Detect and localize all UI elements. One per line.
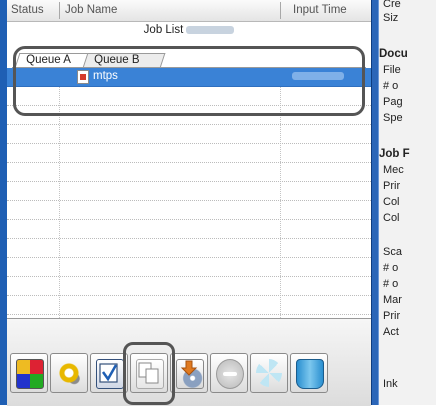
- trash-icon: [296, 359, 324, 389]
- info-label: File: [383, 64, 401, 76]
- column-job-name[interactable]: Job Name: [65, 4, 117, 16]
- table-row[interactable]: [7, 182, 371, 201]
- gear-settings-icon: [56, 359, 82, 387]
- info-label: Cre: [383, 0, 401, 10]
- table-row[interactable]: [7, 239, 371, 258]
- color-settings-icon: [16, 359, 44, 389]
- verify-document-icon: [96, 359, 124, 389]
- info-section-heading: Docu: [379, 48, 408, 60]
- table-row[interactable]: [7, 125, 371, 144]
- column-status[interactable]: Status: [11, 4, 44, 16]
- job-info-panel: Cre Siz Docu File # o Pag Spe Job F Mec …: [379, 0, 436, 405]
- job-list-title: Job List: [7, 24, 371, 36]
- table-row[interactable]: [7, 201, 371, 220]
- save-to-disc-button[interactable]: [170, 353, 208, 393]
- info-label: Spe: [383, 112, 403, 124]
- info-label: # o: [383, 262, 399, 274]
- job-list-title-text: Job List: [143, 24, 184, 36]
- stop-icon: [216, 359, 244, 389]
- splitter-bar[interactable]: [371, 0, 379, 405]
- table-row[interactable]: [7, 144, 371, 163]
- table-row[interactable]: [7, 163, 371, 182]
- job-list-device-name-blurred: [186, 25, 235, 34]
- save-to-disc-icon: [176, 359, 204, 389]
- info-label: Prir: [383, 180, 401, 192]
- minus-glyph: [223, 372, 237, 376]
- column-input-time[interactable]: Input Time: [293, 4, 347, 16]
- info-label: Col: [383, 212, 400, 224]
- table-row[interactable]: [7, 220, 371, 239]
- info-section-heading: Job F: [379, 148, 410, 160]
- info-label: Pag: [383, 96, 403, 108]
- processing-button[interactable]: [250, 353, 288, 393]
- info-label: Siz: [383, 12, 399, 24]
- window-frame-left: [0, 0, 7, 405]
- info-label: # o: [383, 278, 399, 290]
- highlight-verify-button: [123, 342, 175, 405]
- stop-button[interactable]: [210, 353, 248, 393]
- info-label: Prir: [383, 310, 401, 322]
- table-row[interactable]: [7, 258, 371, 277]
- column-divider[interactable]: [59, 2, 60, 19]
- processing-spinner-icon: [256, 359, 282, 387]
- highlight-queue-tabs-selection: [13, 46, 365, 116]
- column-divider[interactable]: [280, 2, 281, 19]
- info-label: # o: [383, 80, 399, 92]
- info-label: Mar: [383, 294, 402, 306]
- color-settings-button[interactable]: [10, 353, 48, 393]
- table-row[interactable]: [7, 296, 371, 315]
- table-row[interactable]: [7, 277, 371, 296]
- info-label: Ink: [383, 378, 398, 390]
- settings-button[interactable]: [50, 353, 88, 393]
- bottom-toolbar: [7, 318, 371, 406]
- column-header-bar: Status Job Name Input Time: [7, 0, 371, 22]
- info-label: Mec: [383, 164, 404, 176]
- down-arrow-icon: [180, 360, 198, 376]
- info-label: Sca: [383, 246, 402, 258]
- delete-button[interactable]: [290, 353, 328, 393]
- info-label: Act: [383, 326, 399, 338]
- checkmark-icon: [99, 363, 118, 383]
- info-label: Col: [383, 196, 400, 208]
